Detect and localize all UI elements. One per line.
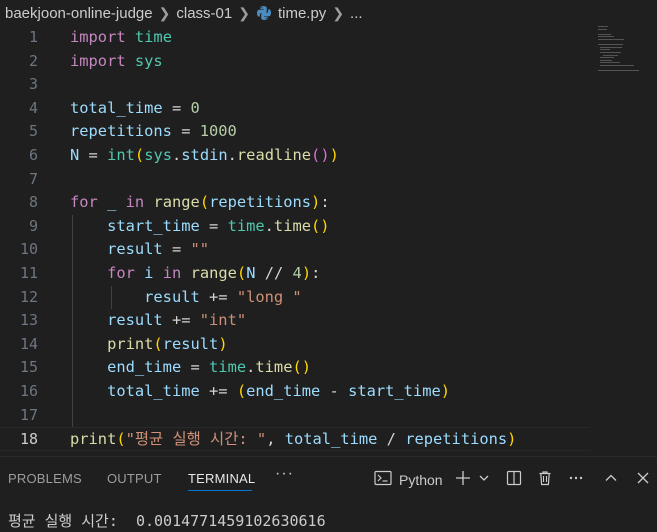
code-line[interactable]: 10 result = "" [0, 238, 590, 262]
minimap-line [600, 65, 634, 66]
minimap-line [598, 70, 639, 72]
terminal-output[interactable]: 평균 실행 시간: 0.0014771459102630616 [8, 510, 326, 531]
terminal-profile-label[interactable]: Python [399, 472, 443, 488]
terminal-icon[interactable] [373, 468, 393, 488]
code-text: end_time = time.time() [107, 358, 312, 377]
breadcrumb: baekjoon-online-judge ❯ class-01 ❯ time.… [0, 0, 657, 26]
code-line[interactable]: 15 end_time = time.time() [0, 356, 590, 380]
line-number: 13 [19, 311, 38, 330]
chevron-down-icon[interactable] [474, 468, 494, 488]
line-number: 15 [19, 358, 38, 377]
line-number: 8 [28, 193, 38, 212]
code-text: N = int(sys.stdin.readline()) [70, 146, 339, 164]
minimap-line [598, 36, 615, 38]
minimap-line [598, 33, 611, 35]
minimap-line [598, 44, 624, 46]
tab-output[interactable]: OUTPUT [107, 457, 162, 501]
breadcrumb-subfolder[interactable]: class-01 [176, 5, 232, 22]
trash-icon[interactable] [535, 468, 555, 488]
code-line[interactable]: 7 [0, 168, 590, 192]
tab-terminal[interactable]: TERMINAL [188, 457, 255, 501]
minimap-line [600, 46, 622, 48]
code-text: print(result) [107, 334, 228, 353]
chevron-up-icon[interactable] [601, 468, 621, 488]
code-text: result += "long " [144, 287, 302, 306]
indent-guide [111, 285, 112, 310]
code-line[interactable]: 12 result += "long " [0, 286, 590, 310]
minimap-line [600, 62, 621, 64]
code-line[interactable]: 17 [0, 404, 590, 428]
minimap-line [600, 52, 622, 53]
minimap-line [600, 49, 611, 51]
code-line[interactable]: 11 for i in range(N // 4): [0, 262, 590, 286]
code-text: print("평균 실행 시간: ", total_time / repetit… [70, 430, 517, 449]
line-number: 1 [28, 28, 38, 46]
line-number: 17 [19, 405, 38, 424]
chevron-right-icon: ❯ [158, 4, 171, 21]
code-text: total_time += (end_time - start_time) [107, 382, 451, 400]
code-text: result = "" [107, 240, 210, 259]
minimap-line [600, 57, 614, 59]
code-line[interactable]: 6 N = int(sys.stdin.readline()) [0, 144, 590, 168]
add-icon[interactable] [453, 468, 473, 488]
chevron-right-icon: ❯ [332, 4, 345, 21]
line-number: 2 [28, 51, 38, 70]
minimap-line [602, 54, 619, 56]
code-text: total_time = 0 [70, 98, 200, 117]
code-text: repetitions = 1000 [70, 122, 237, 141]
code-line[interactable]: 1 import time [0, 26, 590, 50]
breadcrumb-more[interactable]: ... [350, 5, 363, 22]
more-icon[interactable] [566, 468, 586, 488]
tab-problems[interactable]: PROBLEMS [8, 457, 82, 501]
line-number: 18 [19, 430, 38, 449]
code-text: start_time = time.time() [107, 216, 330, 235]
minimap-line [598, 28, 607, 30]
code-line[interactable]: 4 total_time = 0 [0, 97, 590, 121]
line-number: 14 [19, 334, 38, 353]
line-number: 4 [28, 98, 38, 117]
line-number: 3 [28, 75, 38, 94]
code-line[interactable]: 5 repetitions = 1000 [0, 120, 590, 144]
split-icon[interactable] [504, 468, 524, 488]
line-number: 11 [19, 264, 38, 282]
indent-guide [72, 214, 73, 428]
code-line[interactable]: 18 print("평균 실행 시간: ", total_time / repet… [0, 427, 590, 451]
active-tab-indicator [188, 490, 252, 491]
line-number: 16 [19, 382, 38, 400]
code-line[interactable]: 2 import sys [0, 50, 590, 74]
code-line[interactable]: 13 result += "int" [0, 309, 590, 333]
line-number: 10 [19, 240, 38, 259]
line-number: 12 [19, 287, 38, 306]
line-number: 9 [28, 216, 38, 235]
line-number: 6 [28, 146, 38, 164]
code-line[interactable]: 14 print(result) [0, 333, 590, 357]
code-line[interactable]: 9 start_time = time.time() [0, 215, 590, 239]
breadcrumb-file[interactable]: time.py [278, 5, 326, 22]
python-file-icon [256, 6, 271, 20]
panel-tab-bar: PROBLEMS OUTPUT TERMINAL ··· Python [0, 457, 657, 501]
line-number: 7 [28, 169, 38, 188]
minimap-line [598, 26, 608, 27]
panel-more-button[interactable]: ··· [275, 465, 294, 483]
breadcrumb-folder[interactable]: baekjoon-online-judge [5, 5, 153, 22]
chevron-right-icon: ❯ [238, 4, 250, 21]
minimap[interactable] [598, 26, 650, 76]
code-editor[interactable]: 1 import time 2 import sys 3 4 total_time = 0 5… [0, 26, 657, 456]
code-text: for _ in range(repetitions): [70, 193, 330, 212]
code-text: for i in range(N // 4): [107, 264, 321, 282]
code-text: import time [70, 28, 172, 46]
code-text: import sys [70, 51, 163, 70]
close-icon[interactable] [633, 468, 653, 488]
code-line[interactable]: 8 for _ in range(repetitions): [0, 191, 590, 215]
minimap-line [598, 39, 625, 40]
line-number: 5 [28, 122, 38, 141]
code-text: result += "int" [107, 311, 247, 330]
code-line[interactable]: 3 [0, 73, 590, 97]
code-line[interactable]: 16 total_time += (end_time - start_time) [0, 380, 590, 404]
minimap-line [600, 59, 613, 61]
